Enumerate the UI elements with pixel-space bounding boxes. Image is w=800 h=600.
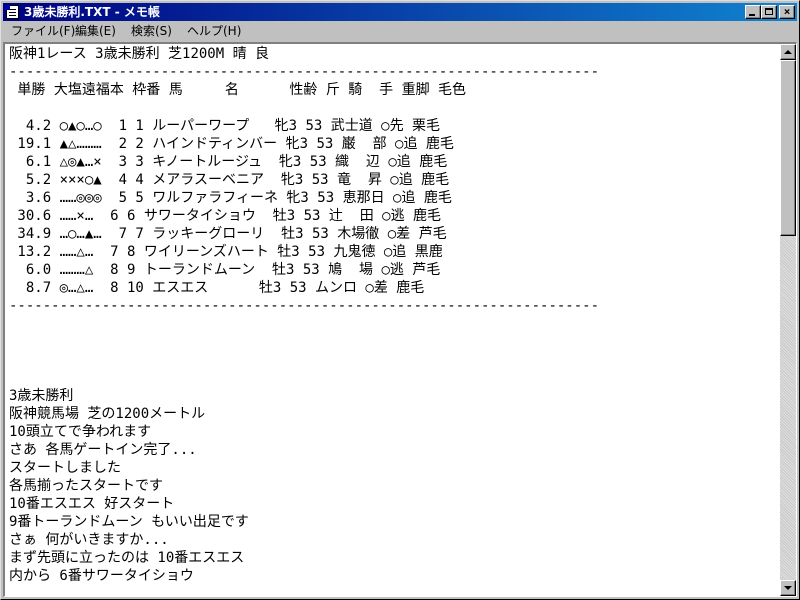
arrow-down-icon <box>784 586 792 590</box>
minimize-button[interactable] <box>745 5 761 19</box>
separator-line: ----------------------------------------… <box>9 298 600 314</box>
scroll-down-button[interactable] <box>780 580 796 596</box>
text-area[interactable]: 阪神1レース 3歳未勝利 芝1200M 晴 良 ----------------… <box>5 44 779 596</box>
commentary-line: 各馬揃ったスタートです <box>9 478 163 494</box>
text-line: 阪神1レース 3歳未勝利 芝1200M 晴 良 <box>9 46 270 62</box>
menu-help[interactable]: ヘルプ(H) <box>187 22 241 40</box>
entry-line: 6.0 ………△ 8 9 トーランドムーン 牡3 53 鳩 場 ○逃 芦毛 <box>9 262 441 278</box>
entry-line: 19.1 ▲△……… 2 2 ハインドティンバー 牝3 53 巌 部 ○追 鹿毛 <box>9 136 454 152</box>
vertical-scrollbar[interactable] <box>780 44 796 596</box>
commentary-line: まず先頭に立ったのは 10番エスエス <box>9 550 245 566</box>
scroll-up-button[interactable] <box>780 44 796 60</box>
commentary-line: 9番トーランドムーン もいい出足です <box>9 514 249 530</box>
entry-line: 5.2 ×××○▲ 4 4 メアラスーベニア 牝3 53 竜 昇 ○追 鹿毛 <box>9 172 450 188</box>
maximize-icon <box>765 8 773 15</box>
entry-line: 34.9 …○…▲… 7 7 ラッキーグローリ 牡3 53 木場徹 ○差 芦毛 <box>9 226 447 242</box>
commentary-line: 10番エスエス 好スタート <box>9 496 175 512</box>
commentary-line: 阪神競馬場 芝の1200メートル <box>9 406 206 422</box>
entry-line: 4.2 ○▲○…○ 1 1 ルーパーワープ 牝3 53 武士道 ○先 栗毛 <box>9 118 441 134</box>
commentary-line: さぁ 何がいきますか... <box>9 532 169 548</box>
close-icon: × <box>783 5 791 18</box>
entry-line: 6.1 △◎▲…× 3 3 キノートルージュ 牝3 53 織 辺 ○追 鹿毛 <box>9 154 448 170</box>
commentary-line: 内から 6番サワータイショウ <box>9 568 194 584</box>
title-bar[interactable]: 3歳未勝利.TXT - メモ帳 × <box>3 3 797 21</box>
commentary-line: スタートしました <box>9 460 121 476</box>
column-header-line: 単勝 大塩遠福本 枠番 馬 名 性齢 斤 騎 手 重脚 毛色 <box>9 82 467 98</box>
notepad-window: 3歳未勝利.TXT - メモ帳 × ファイル(F) 編集(E) 検索(S) ヘル… <box>0 0 800 600</box>
entry-line: 3.6 ……◎◎◎ 5 5 ワルファラフィーネ 牝3 53 恵那日 ○追 鹿毛 <box>9 190 452 206</box>
menu-edit[interactable]: 編集(E) <box>75 22 116 40</box>
window-title: 3歳未勝利.TXT - メモ帳 <box>24 5 160 19</box>
menu-file[interactable]: ファイル(F) <box>11 22 75 40</box>
notepad-app-icon[interactable] <box>5 5 19 19</box>
commentary-line: 3歳未勝利 <box>9 388 74 404</box>
arrow-up-icon <box>784 50 792 54</box>
minimize-icon <box>749 14 755 16</box>
text-editor[interactable]: 阪神1レース 3歳未勝利 芝1200M 晴 良 ----------------… <box>3 42 797 597</box>
menu-search[interactable]: 検索(S) <box>131 22 172 40</box>
maximize-button[interactable] <box>761 5 777 19</box>
commentary-line: 10頭立てで争われます <box>9 424 152 440</box>
menu-bar: ファイル(F) 編集(E) 検索(S) ヘルプ(H) <box>3 22 797 40</box>
entry-line: 13.2 ……△… 7 8 ワイリーンズハート 牡3 53 九鬼徳 ○追 黒鹿 <box>9 244 443 260</box>
commentary-line: さあ 各馬ゲートイン完了... <box>9 442 197 458</box>
entry-line: 8.7 ◎…△… 8 10 エスエス 牡3 53 ムンロ ○差 鹿毛 <box>9 280 425 296</box>
separator-line: ----------------------------------------… <box>9 64 600 80</box>
entry-line: 30.6 ……×… 6 6 サワータイショウ 牡3 53 辻 田 ○逃 鹿毛 <box>9 208 442 224</box>
scrollbar-thumb[interactable] <box>780 60 796 236</box>
close-button[interactable]: × <box>779 5 795 19</box>
